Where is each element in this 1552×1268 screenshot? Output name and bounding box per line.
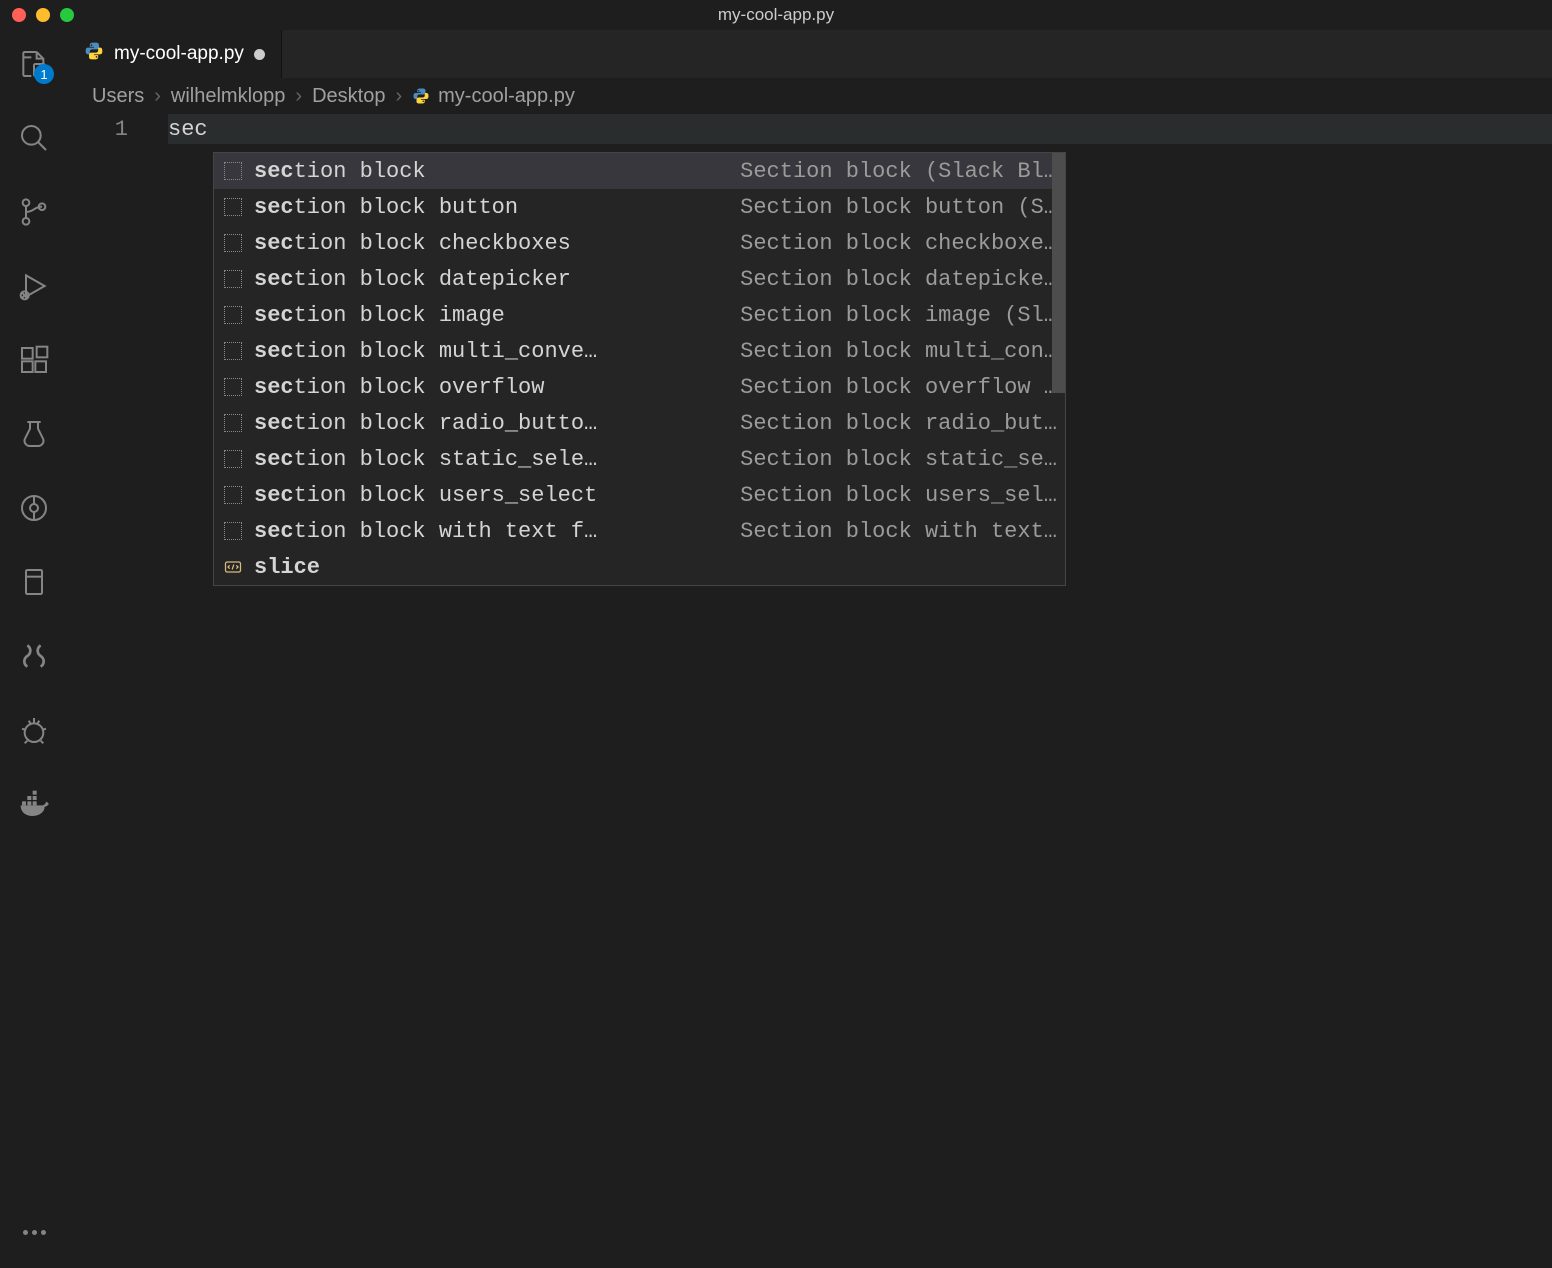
code-editor[interactable]: 1 sec section block Section block (Slack … <box>68 114 1552 1268</box>
suggestion-item[interactable]: section block button Section block button… <box>214 189 1065 225</box>
snippet-icon <box>222 160 244 182</box>
titlebar: my-cool-app.py <box>0 0 1552 30</box>
snippet-icon <box>222 448 244 470</box>
suggestion-detail: Section block checkboxe… <box>740 231 1057 256</box>
snippet-icon <box>222 304 244 326</box>
window-maximize-button[interactable] <box>60 8 74 22</box>
chevron-right-icon: › <box>295 85 302 108</box>
suggestion-detail: Section block image (Sl… <box>740 303 1057 328</box>
breadcrumbs[interactable]: Users › wilhelmklopp › Desktop › my-cool… <box>68 78 1552 114</box>
editor-line[interactable]: 1 sec <box>68 114 1552 144</box>
suggestion-label: section block static_sele… <box>254 447 634 472</box>
suggestion-item[interactable]: section block checkboxes Section block ch… <box>214 225 1065 261</box>
suggestion-detail: Section block with text… <box>740 519 1057 544</box>
snippet-icon <box>222 412 244 434</box>
snippet-icon <box>222 484 244 506</box>
breadcrumb-segment[interactable]: Users <box>92 85 144 108</box>
suggestion-label: section block datepicker <box>254 267 634 292</box>
breadcrumb-file[interactable]: my-cool-app.py <box>412 85 575 108</box>
suggestion-detail: Section block (Slack Bl… <box>740 159 1057 184</box>
suggestion-detail: Section block multi_con… <box>740 339 1057 364</box>
suggestion-detail: Section block users_sel… <box>740 483 1057 508</box>
window-close-button[interactable] <box>12 8 26 22</box>
suggestion-item[interactable]: section block static_sele… Section block … <box>214 441 1065 477</box>
suggestion-detail: Section block static_se… <box>740 447 1057 472</box>
window-title: my-cool-app.py <box>718 5 834 25</box>
snippet-icon <box>222 520 244 542</box>
snippet-icon <box>222 232 244 254</box>
source-control-icon[interactable] <box>18 196 50 228</box>
chevron-right-icon: › <box>154 85 161 108</box>
suggestion-item[interactable]: section block datepicker Section block da… <box>214 261 1065 297</box>
run-debug-icon[interactable] <box>18 270 50 302</box>
suggestion-item[interactable]: section block users_select Section block … <box>214 477 1065 513</box>
extension-icon-1[interactable] <box>18 640 50 672</box>
activity-bar: 1 <box>0 30 68 1268</box>
suggestion-item[interactable]: section block radio_butto… Section block … <box>214 405 1065 441</box>
explorer-icon[interactable]: 1 <box>18 48 50 80</box>
snippet-icon <box>222 340 244 362</box>
suggestion-item[interactable]: section block with text f… Section block … <box>214 513 1065 549</box>
device-icon[interactable] <box>18 566 50 598</box>
suggestion-item[interactable]: section block overflow Section block over… <box>214 369 1065 405</box>
suggestion-label: section block overflow <box>254 375 634 400</box>
testing-icon[interactable] <box>18 418 50 450</box>
breadcrumb-segment[interactable]: Desktop <box>312 85 385 108</box>
explorer-badge: 1 <box>34 64 54 84</box>
intellisense-popup[interactable]: section blockSection block (Slack Bl…sec… <box>213 152 1066 586</box>
suggestion-label: section block multi_conve… <box>254 339 634 364</box>
suggestion-detail: Section block datepicke… <box>740 267 1057 292</box>
python-file-icon <box>84 41 104 67</box>
unsaved-indicator-icon <box>254 49 265 60</box>
suggestion-item[interactable]: section block Section block (Slack Bl… <box>214 153 1065 189</box>
tab-my-cool-app[interactable]: my-cool-app.py <box>68 30 282 78</box>
gitlens-icon[interactable] <box>18 492 50 524</box>
breadcrumb-segment[interactable]: wilhelmklopp <box>171 85 286 108</box>
suggestion-item[interactable]: section block multi_conve… Section block … <box>214 333 1065 369</box>
chevron-right-icon: › <box>395 85 402 108</box>
snippet-icon <box>222 268 244 290</box>
suggestion-label: section block checkboxes <box>254 231 634 256</box>
suggestion-detail: Section block button (S… <box>740 195 1057 220</box>
extension-icon-2[interactable] <box>18 714 50 746</box>
suggestion-item[interactable]: slice <box>214 549 1065 585</box>
snippet-icon <box>222 376 244 398</box>
line-number: 1 <box>68 117 168 142</box>
suggestion-detail: Section block radio_but… <box>740 411 1057 436</box>
editor-text[interactable]: sec <box>168 117 208 142</box>
extensions-icon[interactable] <box>18 344 50 376</box>
suggestion-label: section block users_select <box>254 483 634 508</box>
suggestion-item[interactable]: section block image Section block image (… <box>214 297 1065 333</box>
more-icon[interactable] <box>18 1216 50 1248</box>
suggestion-label: section block button <box>254 195 634 220</box>
docker-icon[interactable] <box>18 788 50 820</box>
suggestion-label: section block radio_butto… <box>254 411 634 436</box>
editor-area: my-cool-app.py Users › wilhelmklopp › De… <box>68 30 1552 1268</box>
window-minimize-button[interactable] <box>36 8 50 22</box>
search-icon[interactable] <box>18 122 50 154</box>
suggestion-label: section block with text f… <box>254 519 634 544</box>
suggestion-label: section block <box>254 159 634 184</box>
function-icon <box>222 556 244 578</box>
suggestion-label: slice <box>254 555 634 580</box>
traffic-lights <box>12 8 74 22</box>
snippet-icon <box>222 196 244 218</box>
scrollbar[interactable] <box>1052 153 1065 393</box>
suggestion-detail: Section block overflow … <box>740 375 1057 400</box>
tab-filename: my-cool-app.py <box>114 43 244 65</box>
suggestion-label: section block image <box>254 303 634 328</box>
tabs-bar: my-cool-app.py <box>68 30 1552 78</box>
